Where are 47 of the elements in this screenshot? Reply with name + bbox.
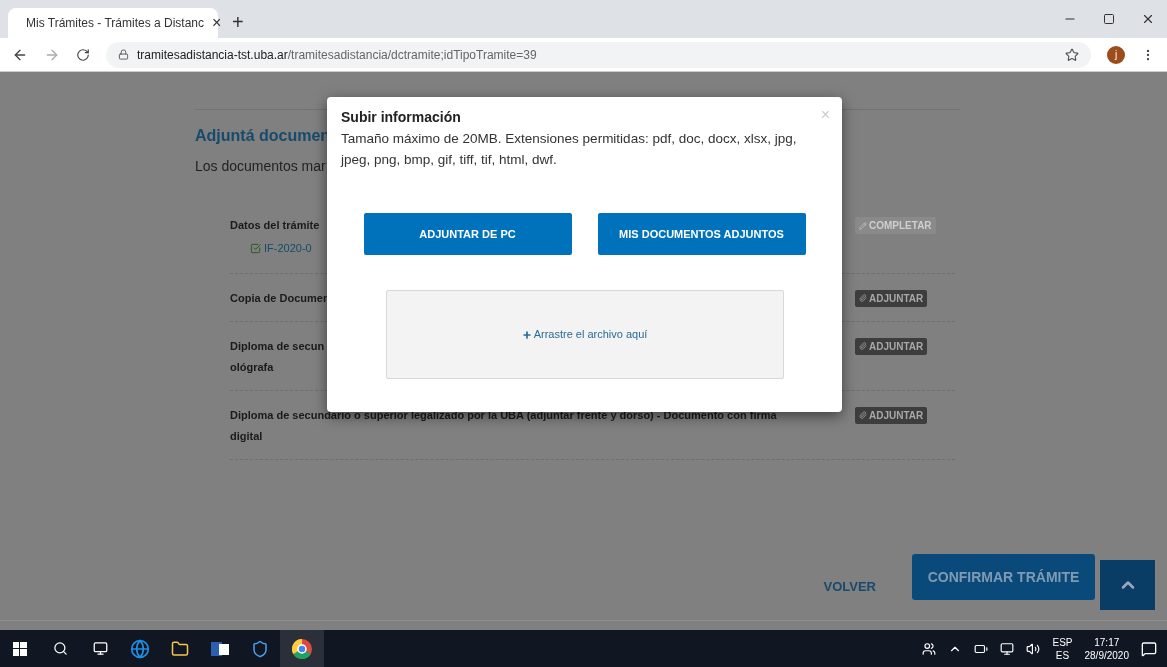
clock-time[interactable]: 17:17 (1094, 635, 1120, 649)
drop-zone[interactable]: Arrastre el archivo aquí (385, 290, 784, 379)
attach-button[interactable]: ADJUNTAR (855, 289, 928, 307)
windows-logo-icon[interactable] (13, 641, 27, 656)
attach-button[interactable]: ADJUNTAR (855, 337, 928, 355)
language-code[interactable]: ESP (1052, 635, 1073, 649)
section-heading: Adjuntá documen (195, 126, 331, 146)
document-name: ológrafa (230, 359, 274, 375)
paperclip-icon (859, 411, 867, 419)
document-app-icon[interactable] (211, 639, 229, 658)
url-text: tramitesadistancia-tst.uba.ar/tramitesadistancia/dctramite;idTipoTramite=39 (137, 46, 537, 64)
lock-icon (118, 49, 129, 60)
attach-from-pc-button[interactable]: ADJUNTAR DE PC (363, 213, 572, 255)
browser-icon[interactable] (130, 638, 150, 659)
close-icon[interactable] (1141, 12, 1155, 26)
search-icon[interactable] (52, 641, 68, 656)
browser-tab[interactable]: Mis Trámites - Trámites a Distanc × (8, 8, 218, 38)
plus-icon (521, 329, 532, 340)
section-description: Los documentos mar (195, 157, 326, 176)
notifications-icon[interactable] (1141, 640, 1157, 657)
document-name: Datos del trámite (230, 218, 320, 233)
bookmark-star-icon[interactable] (1065, 47, 1079, 62)
drop-zone-label: Arrastre el archivo aquí (533, 327, 648, 343)
address-field[interactable]: tramitesadistancia-tst.uba.ar/tramitesadistancia/dctramite;idTipoTramite=39 (106, 41, 1091, 68)
dialog-description: Tamaño máximo de 20MB. Extensiones permitidas: pdf, doc, docx, xlsx, jpg, jpeg, png, bmp, gif, tiff, tif, html, dwf. (341, 130, 798, 169)
attach-button[interactable]: ADJUNTAR (855, 406, 928, 424)
document-name: digital (230, 428, 263, 444)
new-tab-button[interactable]: + (232, 12, 244, 32)
clock-date[interactable]: 28/9/2020 (1084, 648, 1129, 662)
paperclip-icon (859, 294, 867, 302)
paperclip-icon (859, 342, 867, 350)
my-documents-button[interactable]: MIS DOCUMENTOS ADJUNTOS (597, 213, 806, 255)
people-icon[interactable] (922, 641, 937, 656)
chrome-browser-icon[interactable] (292, 638, 312, 659)
maximize-icon[interactable] (1103, 13, 1115, 25)
profile-avatar[interactable]: j (1107, 45, 1125, 64)
tab-title: Mis Trámites - Trámites a Distanc (26, 15, 205, 32)
reload-icon[interactable] (76, 47, 90, 62)
check-icon (250, 242, 261, 254)
confirm-button[interactable]: CONFIRMAR TRÁMITE (912, 554, 1095, 600)
dialog-title: Subir información (341, 108, 461, 127)
keyboard-layout[interactable]: ES (1055, 648, 1070, 662)
shield-icon[interactable] (251, 639, 269, 658)
folder-icon[interactable] (171, 639, 189, 658)
pencil-icon (859, 221, 867, 230)
volume-icon[interactable] (1026, 641, 1041, 656)
document-name: Diploma de secun (230, 338, 325, 354)
